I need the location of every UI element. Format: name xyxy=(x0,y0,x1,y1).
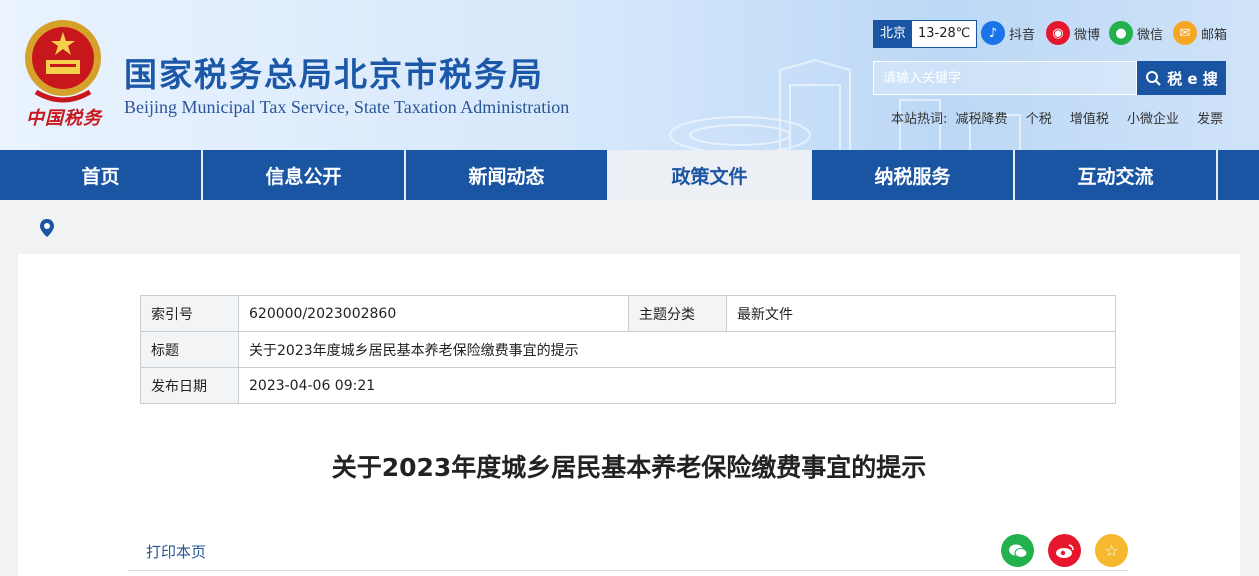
nav-interaction[interactable]: 互动交流 xyxy=(1015,150,1218,200)
social-mail[interactable]: ✉ 邮箱 xyxy=(1173,20,1227,46)
social-douyin-label: 抖音 xyxy=(1009,27,1036,43)
print-page-link[interactable]: 打印本页 xyxy=(146,541,206,562)
hot-word[interactable]: 小微企业 xyxy=(1127,112,1179,127)
hot-word[interactable]: 减税降费 xyxy=(956,112,1008,127)
mail-icon: ✉ xyxy=(1173,21,1197,45)
nav-home[interactable]: 首页 xyxy=(0,150,203,200)
nav-news[interactable]: 新闻动态 xyxy=(406,150,609,200)
date-label: 发布日期 xyxy=(140,367,239,404)
nav-policy-documents[interactable]: 政策文件 xyxy=(609,150,812,200)
social-wechat-label: 微信 xyxy=(1137,27,1164,43)
hot-word[interactable]: 增值税 xyxy=(1070,112,1109,127)
date-value: 2023-04-06 09:21 xyxy=(238,367,1116,404)
hot-words: 本站热词: 减税降费 个税 增值税 小微企业 发票 xyxy=(891,108,1237,127)
search-button-label: 税 e 搜 xyxy=(1167,69,1218,88)
social-mail-label: 邮箱 xyxy=(1201,27,1228,43)
title-label: 标题 xyxy=(140,331,239,368)
main-nav: 首页 信息公开 新闻动态 政策文件 纳税服务 互动交流 xyxy=(0,150,1259,200)
weibo-icon: ◉ xyxy=(1046,21,1070,45)
star-icon: ☆ xyxy=(1104,541,1119,560)
hot-word[interactable]: 发票 xyxy=(1197,112,1223,127)
social-weibo-label: 微博 xyxy=(1074,27,1101,43)
douyin-icon: ♪ xyxy=(981,21,1005,45)
site-header: 中国税务 国家税务总局北京市税务局 Beijing Municipal Tax … xyxy=(0,0,1259,150)
national-emblem-icon xyxy=(25,20,101,103)
article-meta-table: 索引号 620000/2023002860 主题分类 最新文件 标题 关于202… xyxy=(140,295,1116,404)
table-row: 发布日期 2023-04-06 09:21 xyxy=(140,367,1116,404)
search-button[interactable]: 税 e 搜 xyxy=(1137,61,1226,95)
weather-city: 北京 xyxy=(874,21,913,47)
index-value: 620000/2023002860 xyxy=(238,295,629,332)
site-title[interactable]: 国家税务总局北京市税务局 xyxy=(124,48,544,96)
table-row: 索引号 620000/2023002860 主题分类 最新文件 xyxy=(140,295,1116,332)
site-subtitle: Beijing Municipal Tax Service, State Tax… xyxy=(124,97,570,117)
nav-info-disclosure[interactable]: 信息公开 xyxy=(203,150,406,200)
hot-word[interactable]: 个税 xyxy=(1026,112,1052,127)
search-input[interactable] xyxy=(873,61,1137,95)
search-icon xyxy=(1146,71,1161,86)
social-douyin[interactable]: ♪ 抖音 xyxy=(981,20,1035,46)
article-title: 关于2023年度城乡居民基本养老保险缴费事宜的提示 xyxy=(331,453,927,482)
article-card: 索引号 620000/2023002860 主题分类 最新文件 标题 关于202… xyxy=(18,254,1240,576)
share-wechat-button[interactable] xyxy=(1001,534,1034,567)
share-weibo-button[interactable] xyxy=(1048,534,1081,567)
wechat-icon: ● xyxy=(1109,21,1133,45)
hot-words-label: 本站热词: xyxy=(891,112,948,127)
skyline-decoration xyxy=(669,58,1021,150)
weather-widget: 北京 13-28℃ xyxy=(873,20,978,48)
social-weibo[interactable]: ◉ 微博 xyxy=(1046,20,1100,46)
index-label: 索引号 xyxy=(140,295,239,332)
weather-temp: 13-28℃ xyxy=(918,26,971,41)
search-bar: 税 e 搜 xyxy=(873,61,1226,95)
china-tax-logo-text: 中国税务 xyxy=(26,108,102,129)
wechat-icon xyxy=(1008,544,1027,558)
topic-value: 最新文件 xyxy=(726,295,1116,332)
divider xyxy=(128,570,1128,571)
share-favorite-button[interactable]: ☆ xyxy=(1095,534,1128,567)
location-pin-icon xyxy=(40,219,54,237)
title-value: 关于2023年度城乡居民基本养老保险缴费事宜的提示 xyxy=(238,331,1116,368)
table-row: 标题 关于2023年度城乡居民基本养老保险缴费事宜的提示 xyxy=(140,331,1116,368)
topic-label: 主题分类 xyxy=(628,295,727,332)
nav-tax-services[interactable]: 纳税服务 xyxy=(812,150,1015,200)
weibo-icon xyxy=(1055,543,1074,558)
social-wechat[interactable]: ● 微信 xyxy=(1109,20,1163,46)
